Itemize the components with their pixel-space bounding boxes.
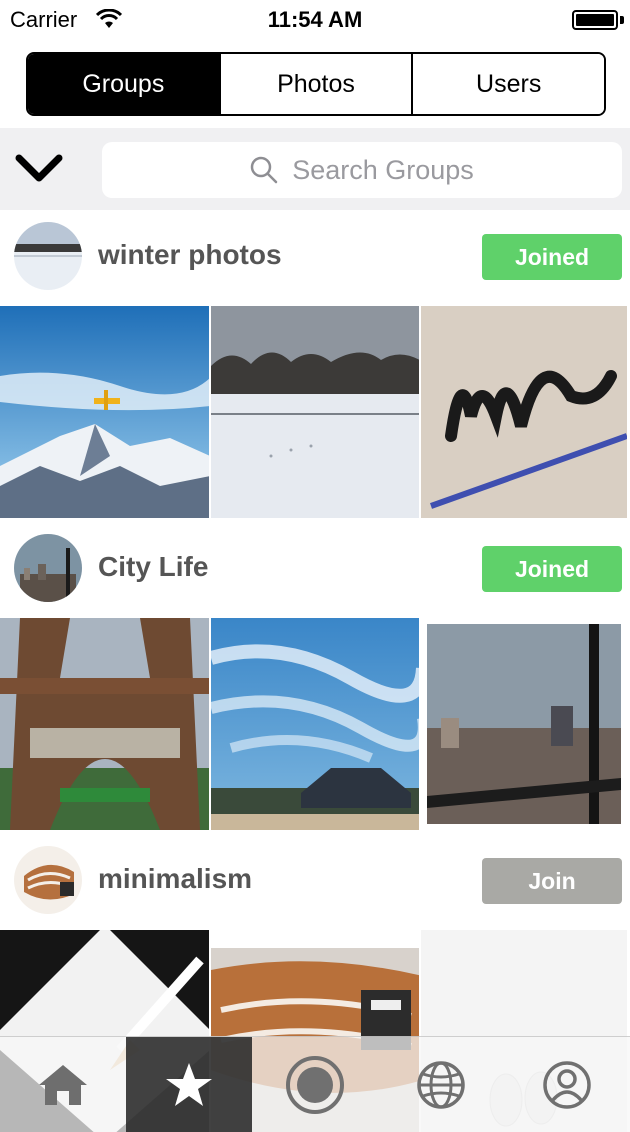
tab-favorites[interactable] — [126, 1037, 252, 1132]
clock: 11:54 AM — [267, 7, 363, 32]
segment-users[interactable]: Users — [413, 54, 604, 114]
photo-thumbnail[interactable] — [421, 618, 630, 830]
battery-tip — [620, 16, 624, 24]
photo-thumbnail[interactable] — [210, 306, 420, 518]
photo-thumbnail[interactable] — [210, 618, 420, 830]
group-header[interactable]: winter photos Joined — [0, 210, 630, 306]
join-button[interactable]: Join — [482, 858, 622, 904]
tab-explore[interactable] — [378, 1037, 504, 1132]
avatar — [14, 846, 82, 914]
photo-thumbnail[interactable] — [0, 618, 209, 830]
tab-home[interactable] — [0, 1037, 126, 1132]
home-icon — [39, 1064, 87, 1105]
joined-button[interactable]: Joined — [482, 234, 622, 280]
group-name: City Life — [98, 551, 209, 582]
photo-thumbnail[interactable] — [0, 306, 209, 518]
search-icon — [250, 156, 278, 184]
avatar — [14, 534, 82, 602]
segment-photos[interactable]: Photos — [220, 54, 414, 114]
profile-icon — [543, 1060, 591, 1109]
photo-row — [0, 306, 630, 518]
group-header[interactable]: City Life Joined — [0, 522, 630, 618]
status-bar: Carrier 11:54 AM — [0, 0, 630, 40]
photo-row — [0, 618, 630, 830]
group-name: winter photos — [98, 239, 282, 270]
group-header[interactable]: minimalism Join — [0, 834, 630, 930]
segmented-control: Groups Photos Users — [26, 52, 606, 116]
photo-thumbnail[interactable] — [421, 306, 630, 518]
search-input[interactable]: Search Groups — [102, 142, 622, 198]
tab-camera[interactable] — [252, 1037, 378, 1132]
search-placeholder: Search Groups — [292, 154, 474, 185]
chevron-down-icon[interactable] — [14, 152, 64, 186]
group-winter-photos: winter photos Joined — [0, 210, 630, 518]
avatar — [14, 222, 82, 290]
tab-profile[interactable] — [504, 1037, 630, 1132]
tab-bar — [0, 1036, 630, 1132]
search-bar: Search Groups — [0, 128, 630, 210]
group-city-life: City Life Joined — [0, 522, 630, 830]
joined-button[interactable]: Joined — [482, 546, 622, 592]
star-icon — [166, 1062, 212, 1106]
globe-icon — [417, 1060, 465, 1109]
segment-groups[interactable]: Groups — [28, 54, 221, 114]
camera-icon — [286, 1055, 344, 1114]
group-name: minimalism — [98, 863, 253, 894]
battery-icon — [572, 10, 618, 30]
